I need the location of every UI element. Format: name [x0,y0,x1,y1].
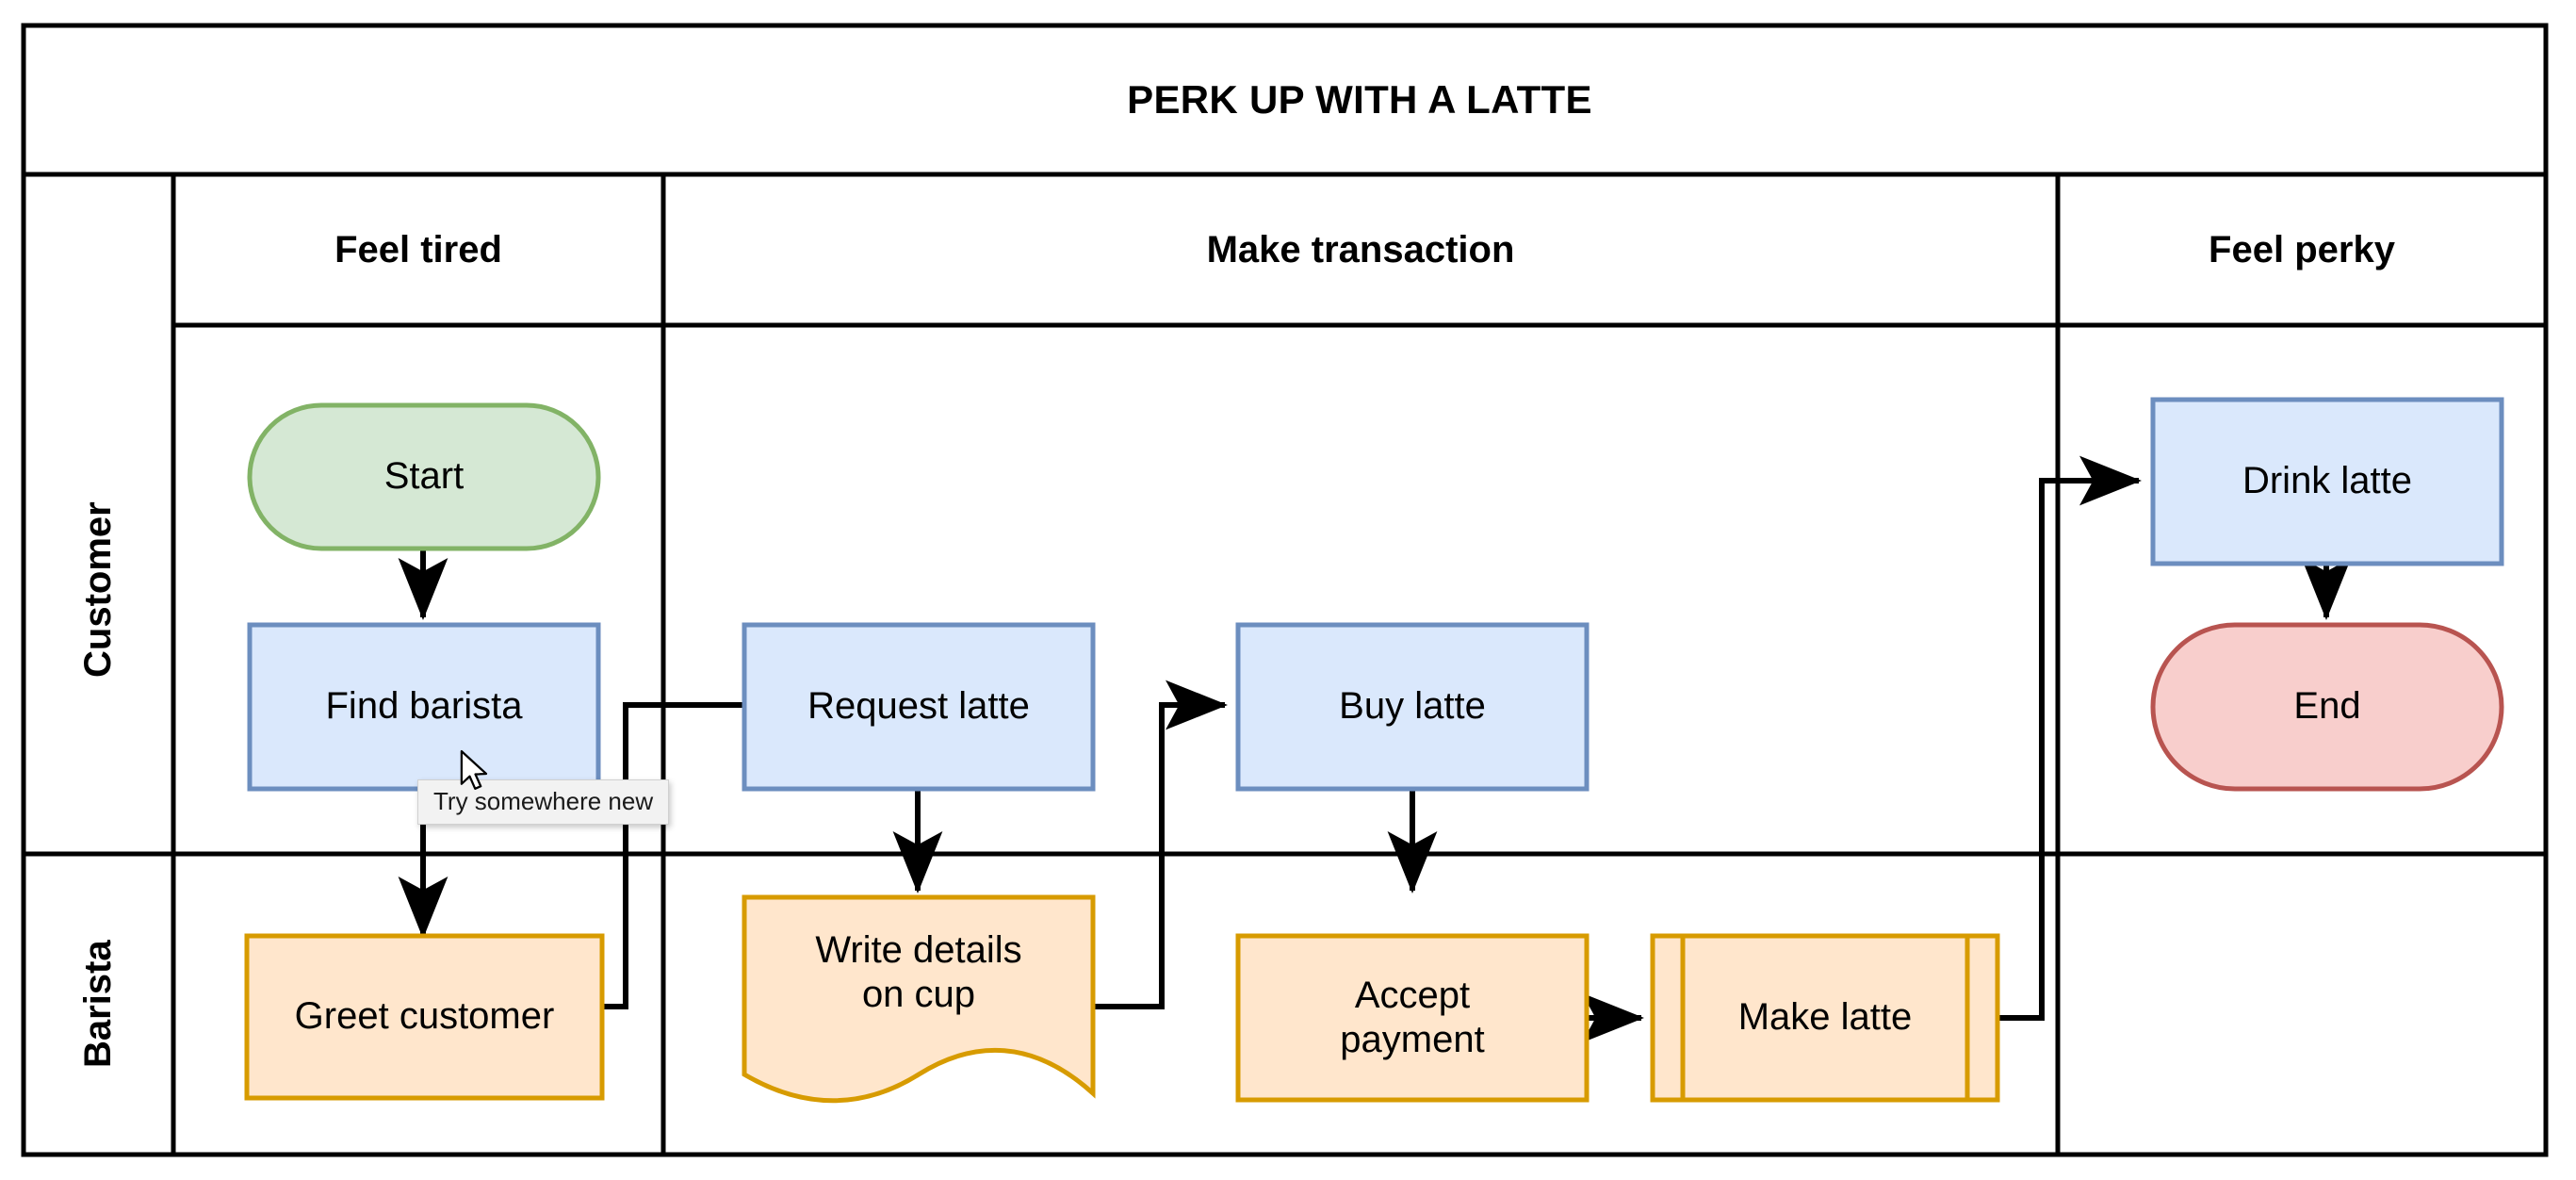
pool-title: PERK UP WITH A LATTE [1127,77,1592,122]
lane-label-barista[interactable]: Barista [24,854,173,1155]
node-find-barista[interactable] [247,622,601,792]
node-end[interactable] [2150,622,2504,792]
node-write-details-on-cup[interactable] [742,894,1096,1104]
tooltip: Try somewhere new [417,779,670,825]
phase-header-make-transaction[interactable]: Make transaction [663,174,2058,325]
connector-make-latte-to-drink-latte [1997,455,2142,1021]
node-request-latte[interactable] [742,622,1096,792]
node-start[interactable] [247,402,601,551]
node-greet-customer[interactable] [244,933,605,1101]
lane-label-customer[interactable]: Customer [24,325,173,854]
node-make-latte-body [1650,933,2000,1103]
node-drink-latte[interactable] [2150,397,2504,566]
node-buy-latte[interactable] [1235,622,1590,792]
phase-header-feel-perky[interactable]: Feel perky [2058,174,2546,325]
diagram-canvas: PERK UP WITH A LATTE Feel tired Make tra… [0,0,2576,1180]
node-make-latte[interactable] [1650,933,2000,1103]
node-accept-payment[interactable] [1235,933,1590,1103]
phase-header-feel-tired[interactable]: Feel tired [173,174,663,325]
